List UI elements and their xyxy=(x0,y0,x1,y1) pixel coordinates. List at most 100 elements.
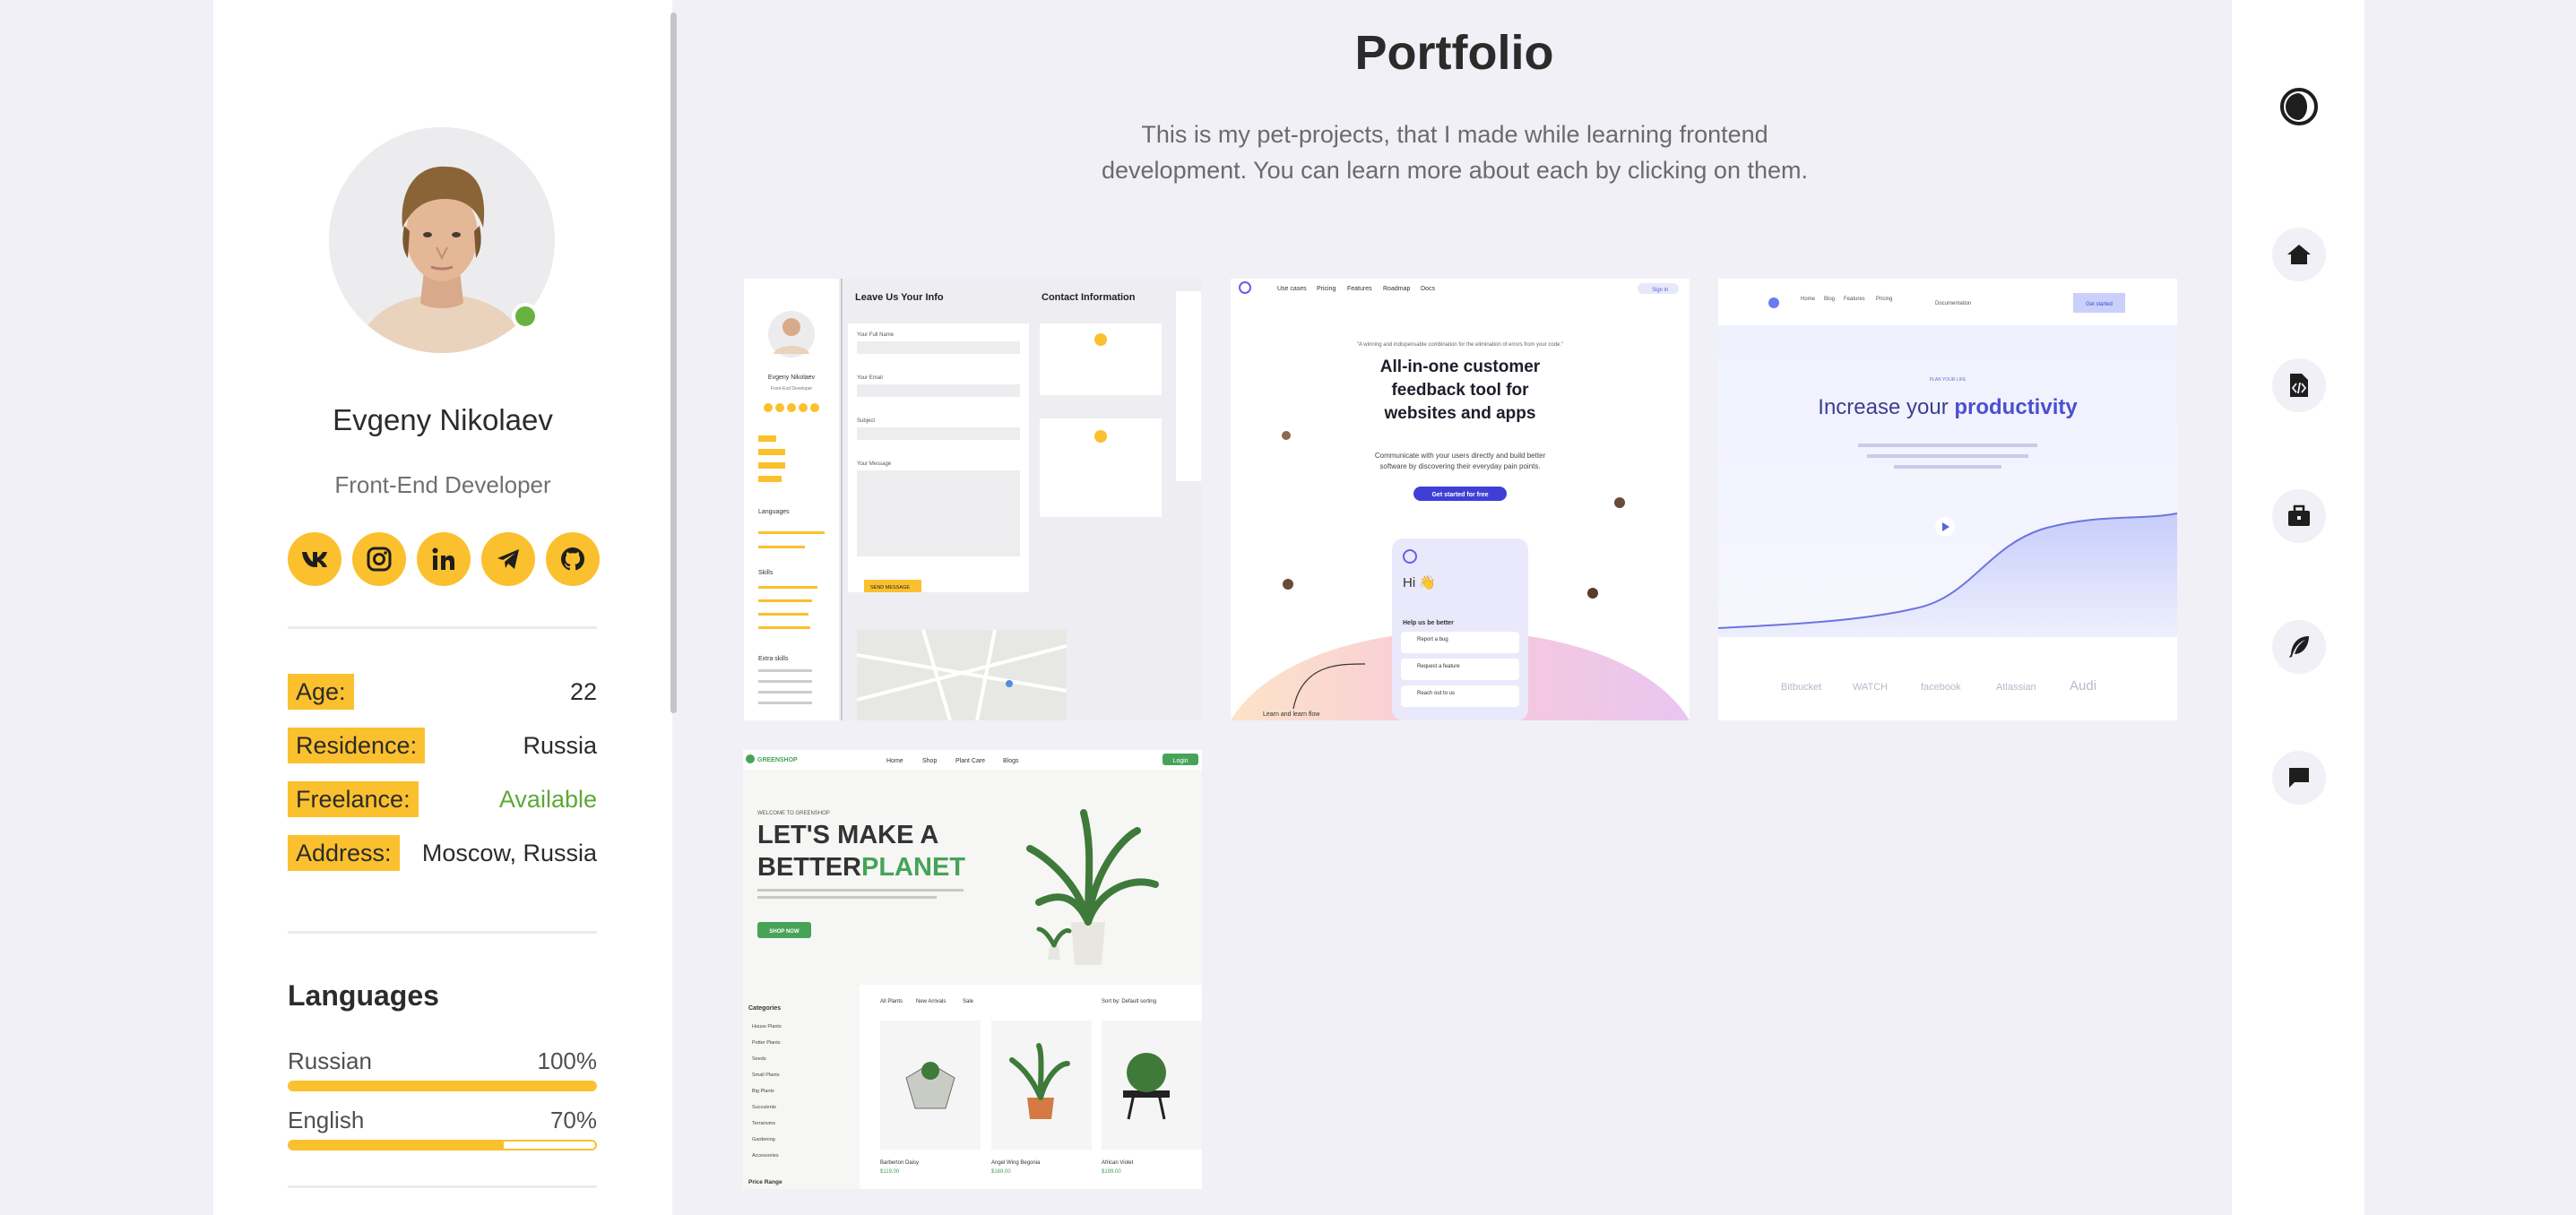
linkedin-icon[interactable] xyxy=(417,532,471,586)
social-links xyxy=(288,532,600,586)
svg-text:Home: Home xyxy=(886,758,903,764)
nav-blog-button[interactable] xyxy=(2272,620,2326,674)
mini-section: Skills xyxy=(758,570,774,576)
svg-text:WATCH: WATCH xyxy=(1853,682,1888,693)
home-icon xyxy=(2287,245,2311,264)
mini-send-button: SEND MESSAGE xyxy=(870,585,910,590)
chat-icon xyxy=(2289,768,2309,788)
svg-text:Documentation: Documentation xyxy=(1935,301,1971,306)
language-russian: Russian 100% xyxy=(288,1047,597,1091)
svg-text:All Plants: All Plants xyxy=(880,999,903,1004)
svg-text:websites and apps: websites and apps xyxy=(1384,404,1536,423)
svg-text:Features: Features xyxy=(1347,286,1372,292)
project-card-feedback-landing[interactable]: Use cases Pricing Features Roadmap Docs … xyxy=(1231,279,1690,720)
svg-text:Help us be better: Help us be better xyxy=(1403,620,1454,626)
svg-text:Sign in: Sign in xyxy=(1652,288,1668,293)
resume-icon xyxy=(2290,374,2308,397)
svg-text:Barberton Daisy: Barberton Daisy xyxy=(880,1160,919,1166)
svg-text:Your Full Name: Your Full Name xyxy=(857,332,895,338)
svg-text:Seeds: Seeds xyxy=(752,1056,766,1062)
telegram-icon[interactable] xyxy=(481,532,535,586)
info-value: 22 xyxy=(569,678,597,705)
svg-text:Your Message: Your Message xyxy=(857,461,892,467)
mini-heading: Leave Us Your Info xyxy=(855,292,944,303)
svg-text:Pricing: Pricing xyxy=(1317,286,1336,292)
svg-text:Potter Plants: Potter Plants xyxy=(752,1040,781,1046)
info-residence: Residence: Russia xyxy=(288,728,597,763)
svg-text:$119.00: $119.00 xyxy=(880,1169,900,1175)
theme-toggle-icon[interactable] xyxy=(2278,85,2321,128)
svg-text:All-in-one customer: All-in-one customer xyxy=(1380,358,1541,376)
divider xyxy=(288,931,597,934)
mini-sidebar-role: Front-End Developer xyxy=(771,386,813,392)
mini-section: Languages xyxy=(758,509,790,515)
project-card-greenshop[interactable]: GREENSHOP Home Shop Plant Care Blogs Log… xyxy=(743,750,1202,1189)
nav-resume-button[interactable] xyxy=(2272,358,2326,412)
language-percent: 100% xyxy=(537,1047,598,1074)
info-value: Russia xyxy=(523,732,597,759)
page-title: Portfolio xyxy=(1354,26,1554,80)
svg-text:WELCOME TO GREENSHOP: WELCOME TO GREENSHOP xyxy=(757,811,830,816)
instagram-icon[interactable] xyxy=(352,532,406,586)
profile-role: Front-End Developer xyxy=(334,471,551,498)
svg-text:Audi: Audi xyxy=(2070,678,2096,694)
svg-text:Sort by: Default sorting: Sort by: Default sorting xyxy=(1102,999,1156,1004)
portfolio-icon xyxy=(2288,504,2310,526)
svg-text:software by discovering their: software by discovering their everyday p… xyxy=(1379,462,1540,470)
svg-text:Small Plants: Small Plants xyxy=(752,1073,780,1078)
info-label: Age: xyxy=(288,674,354,710)
language-english: English 70% xyxy=(288,1106,597,1150)
nav-home-button[interactable] xyxy=(2272,228,2326,281)
svg-text:Docs: Docs xyxy=(1421,286,1435,292)
info-address: Address: Moscow, Russia xyxy=(288,835,597,871)
svg-text:Atlassian: Atlassian xyxy=(1996,682,2036,693)
svg-text:Get started for free: Get started for free xyxy=(1431,492,1488,498)
language-name: Russian xyxy=(288,1047,372,1074)
nav-portfolio-button[interactable] xyxy=(2272,489,2326,543)
svg-text:African Violet: African Violet xyxy=(1102,1160,1134,1166)
svg-text:Succulents: Succulents xyxy=(752,1105,776,1110)
svg-text:Report a bug: Report a bug xyxy=(1417,637,1448,642)
svg-text:Your Email: Your Email xyxy=(857,375,883,381)
svg-text:Shop: Shop xyxy=(922,758,937,764)
language-progress-fill xyxy=(290,1082,595,1090)
github-icon[interactable] xyxy=(546,532,600,586)
svg-text:Hi 👋: Hi 👋 xyxy=(1403,574,1436,590)
divider xyxy=(288,1185,597,1188)
svg-text:Pricing: Pricing xyxy=(1876,297,1892,302)
divider xyxy=(288,626,597,629)
svg-text:$199.00: $199.00 xyxy=(1102,1169,1121,1175)
svg-text:Gardening: Gardening xyxy=(752,1137,775,1142)
svg-text:Subject: Subject xyxy=(857,418,875,424)
vk-icon[interactable] xyxy=(288,532,341,586)
mini-sidebar-name: Evgeny Nikolaev xyxy=(768,375,816,381)
svg-text:Bitbucket: Bitbucket xyxy=(1781,682,1821,693)
info-value: Available xyxy=(498,786,597,813)
nav-contact-button[interactable] xyxy=(2272,751,2326,805)
language-percent: 70% xyxy=(549,1107,597,1133)
mini-side-heading: Contact Information xyxy=(1042,292,1136,303)
info-freelance: Freelance: Available xyxy=(288,781,597,817)
language-progress-bar xyxy=(288,1081,597,1091)
svg-text:Use cases: Use cases xyxy=(1277,286,1307,292)
svg-text:"A winning and indispensable c: "A winning and indispensable combination… xyxy=(1357,342,1563,348)
svg-text:Home: Home xyxy=(1801,297,1816,302)
languages-title: Languages xyxy=(288,979,439,1012)
svg-text:Sale: Sale xyxy=(963,999,974,1004)
svg-text:Learn and learn flow: Learn and learn flow xyxy=(1263,711,1320,718)
svg-text:Communicate with your users di: Communicate with your users directly and… xyxy=(1375,452,1546,460)
language-name: English xyxy=(288,1107,365,1133)
project-card-contact-page[interactable]: Evgeny Nikolaev Front-End Developer Lang… xyxy=(744,279,1201,720)
svg-text:Terrariums: Terrariums xyxy=(752,1121,775,1126)
project-card-productivity-landing[interactable]: Home Blog Features Pricing Documentation… xyxy=(1718,279,2177,720)
svg-text:BETTERPLANET: BETTERPLANET xyxy=(757,853,965,882)
svg-text:Roadmap: Roadmap xyxy=(1383,286,1410,292)
blog-icon xyxy=(2289,636,2309,658)
svg-text:Price Range: Price Range xyxy=(748,1179,782,1185)
info-label: Freelance: xyxy=(288,781,419,817)
online-status-dot xyxy=(512,303,539,330)
svg-text:Increase your productivity: Increase your productivity xyxy=(1818,395,2078,419)
svg-text:Get started: Get started xyxy=(2086,302,2113,307)
right-nav xyxy=(2232,0,2364,1215)
sidebar-scrollbar[interactable] xyxy=(670,13,677,713)
